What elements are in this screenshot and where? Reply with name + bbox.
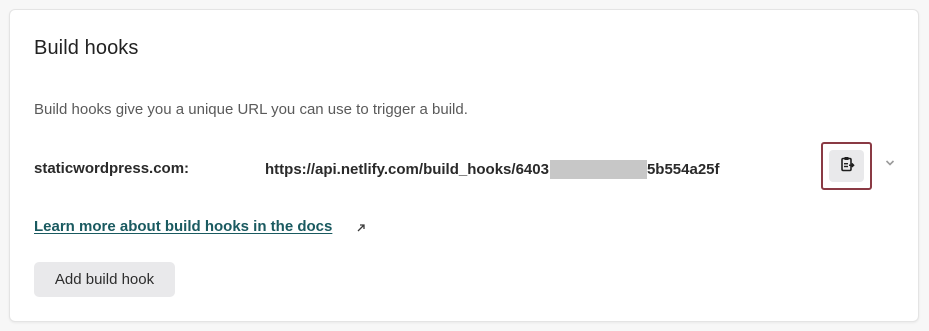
copy-url-button[interactable] <box>821 142 872 190</box>
build-hooks-docs-link[interactable]: Learn more about build hooks in the docs <box>34 218 332 235</box>
hook-url[interactable]: https://api.netlify.com/build_hooks/6403… <box>265 160 720 179</box>
build-hook-row: staticwordpress.com: https://api.netlify… <box>34 158 904 182</box>
redacted-block <box>549 160 647 179</box>
build-hooks-card: Build hooks Build hooks give you a uniqu… <box>9 9 919 322</box>
expand-hook-toggle[interactable] <box>883 156 897 170</box>
section-title: Build hooks <box>34 37 139 59</box>
hook-url-suffix: 5b554a25f <box>646 161 720 178</box>
hook-name: staticwordpress.com: <box>34 160 190 177</box>
external-link-icon <box>355 221 367 233</box>
section-description: Build hooks give you a unique URL you ca… <box>34 101 468 118</box>
clipboard-copy-icon <box>839 156 855 177</box>
chevron-down-icon <box>885 154 895 172</box>
hook-url-prefix: https://api.netlify.com/build_hooks/6403 <box>265 161 549 178</box>
add-build-hook-button[interactable]: Add build hook <box>34 262 175 297</box>
copy-button-surface[interactable] <box>829 150 864 182</box>
